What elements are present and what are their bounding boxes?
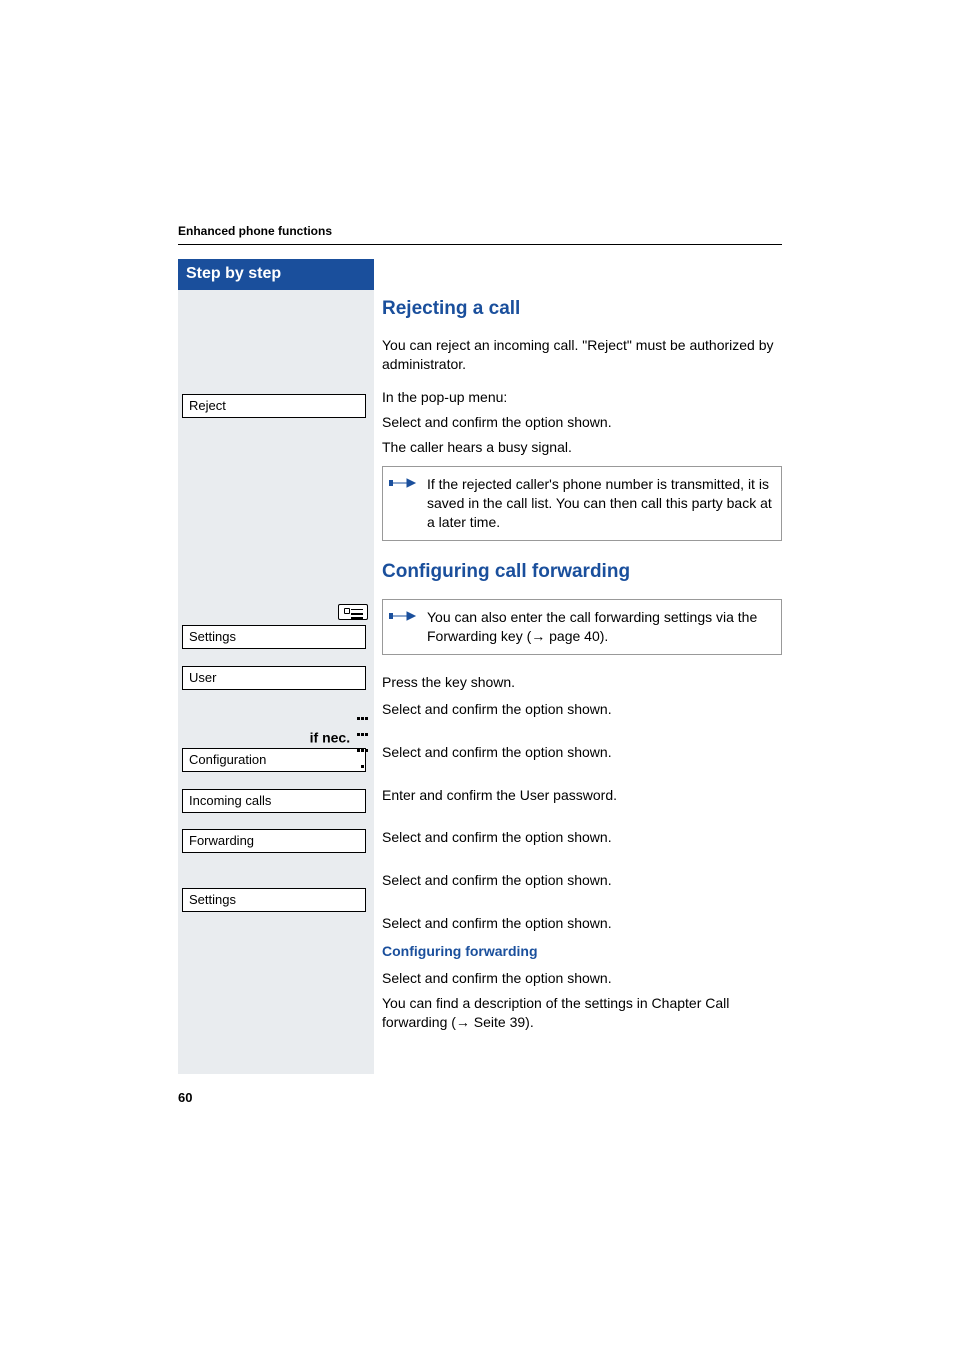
text-sel-1: Select and confirm the option shown.: [382, 700, 782, 719]
if-nec-text: if nec.: [310, 730, 350, 746]
text-sel-6: Select and confirm the option shown.: [382, 969, 782, 988]
text-select-confirm-1a: Select and confirm the option shown.: [382, 413, 782, 432]
heading-rejecting-call: Rejecting a call: [382, 298, 782, 320]
note-arrow-icon: [389, 475, 417, 496]
menu-key-icon: [338, 604, 368, 620]
running-title: Enhanced phone functions: [178, 224, 782, 238]
menu-box-settings-2: Settings: [182, 888, 366, 912]
text-pwd: Enter and confirm the User password.: [382, 786, 782, 805]
text-popup-menu: In the pop-up menu:: [382, 388, 782, 407]
text-sel-4: Select and confirm the option shown.: [382, 871, 782, 890]
note-text-fwd: You can also enter the call forwarding s…: [427, 608, 773, 646]
text-select-confirm-1b: The caller hears a busy signal.: [382, 438, 782, 457]
text-desc: You can find a description of the settin…: [382, 994, 782, 1032]
note-arrow-icon-2: [389, 608, 417, 629]
note-box-fwd: You can also enter the call forwarding s…: [382, 599, 782, 655]
text-press-key: Press the key shown.: [382, 673, 782, 692]
menu-box-reject: Reject: [182, 394, 366, 418]
note-text-reject: If the rejected caller's phone number is…: [427, 475, 773, 532]
text-sel-2: Select and confirm the option shown.: [382, 743, 782, 762]
header-rule: [178, 244, 782, 245]
main-content: Rejecting a call You can reject an incom…: [382, 298, 782, 1038]
menu-box-settings: Settings: [182, 625, 366, 649]
menu-box-incoming-calls: Incoming calls: [182, 789, 366, 813]
sub-heading-config-fwd: Configuring forwarding: [382, 943, 782, 959]
menu-box-forwarding: Forwarding: [182, 829, 366, 853]
text-sel-5: Select and confirm the option shown.: [382, 914, 782, 933]
note-box-reject: If the rejected caller's phone number is…: [382, 466, 782, 541]
if-nec-label: if nec.: [308, 707, 368, 771]
sidebar-title: Step by step: [178, 259, 374, 290]
page-header: Enhanced phone functions: [178, 224, 782, 245]
text-sel-3: Select and confirm the option shown.: [382, 828, 782, 847]
heading-config-fwd: Configuring call forwarding: [382, 561, 782, 583]
page-number: 60: [178, 1090, 192, 1105]
menu-box-user: User: [182, 666, 366, 690]
text-reject-intro: You can reject an incoming call. "Reject…: [382, 336, 782, 374]
keypad-icon: [356, 707, 368, 771]
